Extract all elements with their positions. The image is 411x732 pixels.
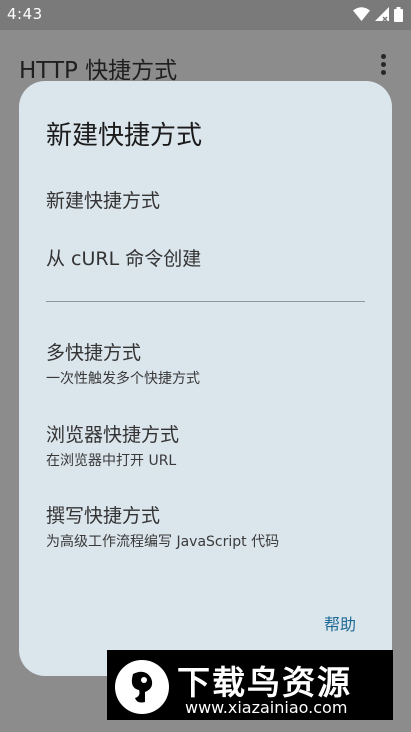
scripting-shortcut-label: 撰写快捷方式: [46, 505, 161, 527]
multi-shortcut-description: 一次性触发多个快捷方式: [46, 371, 200, 387]
new-shortcut-item[interactable]: 新建快捷方式: [46, 186, 160, 213]
more-vert-icon[interactable]: [379, 54, 387, 76]
curl-import-item[interactable]: 从 cURL 命令创建: [46, 244, 201, 271]
watermark-brand: 下载鸟资源: [177, 663, 352, 702]
new-shortcut-dialog: 新建快捷方式 新建快捷方式 从 cURL 命令创建 多快捷方式 一次性触发多个快…: [19, 81, 392, 676]
browser-shortcut-description: 在浏览器中打开 URL: [46, 453, 177, 469]
watermark-url: www.xiazainiao.com: [185, 698, 348, 717]
scripting-shortcut-item[interactable]: 撰写快捷方式 为高级工作流程编写 JavaScript 代码: [46, 504, 279, 551]
watermark-logo-icon: [115, 660, 169, 714]
multi-shortcut-item[interactable]: 多快捷方式 一次性触发多个快捷方式: [46, 341, 200, 388]
battery-icon: [394, 6, 403, 22]
help-button[interactable]: 帮助: [324, 611, 356, 635]
signal-icon: [375, 7, 389, 21]
watermark: 下载鸟资源 www.xiazainiao.com: [107, 650, 393, 720]
app-title: HTTP 快捷方式: [19, 58, 178, 84]
status-bar: 4:43: [0, 0, 411, 30]
status-time: 4:43: [7, 5, 43, 23]
wifi-icon: [353, 7, 370, 21]
dialog-title: 新建快捷方式: [46, 121, 203, 151]
scripting-shortcut-description: 为高级工作流程编写 JavaScript 代码: [46, 534, 280, 550]
status-icons: [353, 6, 403, 22]
multi-shortcut-label: 多快捷方式: [46, 342, 142, 364]
browser-shortcut-label: 浏览器快捷方式: [46, 424, 180, 446]
browser-shortcut-item[interactable]: 浏览器快捷方式 在浏览器中打开 URL: [46, 423, 179, 470]
divider: [46, 301, 365, 302]
